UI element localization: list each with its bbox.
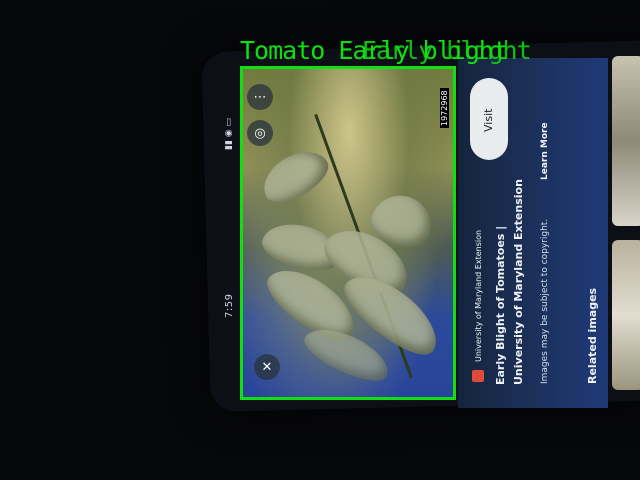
related-images-heading: Related images: [586, 287, 599, 384]
related-thumbnail[interactable]: [612, 240, 640, 390]
visit-label: Visit: [482, 108, 495, 132]
status-icons: ▮▮ ◉ ▭: [224, 118, 234, 150]
result-title-line1[interactable]: Early Blight of Tomatoes |: [494, 226, 507, 385]
photo-scene: 7:59 ▮▮ ◉ ▭ ⋯ ◎ ✕ 1972968 Visit Universi…: [0, 0, 640, 480]
learn-more-link[interactable]: Learn More: [540, 122, 550, 180]
status-time: 7:59: [224, 293, 235, 318]
detection-label-overlap: Early blight: [362, 36, 532, 65]
result-title-line2[interactable]: University of Maryland Extension: [512, 179, 525, 385]
detection-box: [240, 66, 456, 400]
copyright-text: Images may be subject to copyright.: [540, 218, 550, 384]
related-thumbnail[interactable]: [612, 56, 640, 226]
source-icon: [472, 370, 484, 382]
source-name[interactable]: University of Maryland Extension: [474, 230, 483, 362]
